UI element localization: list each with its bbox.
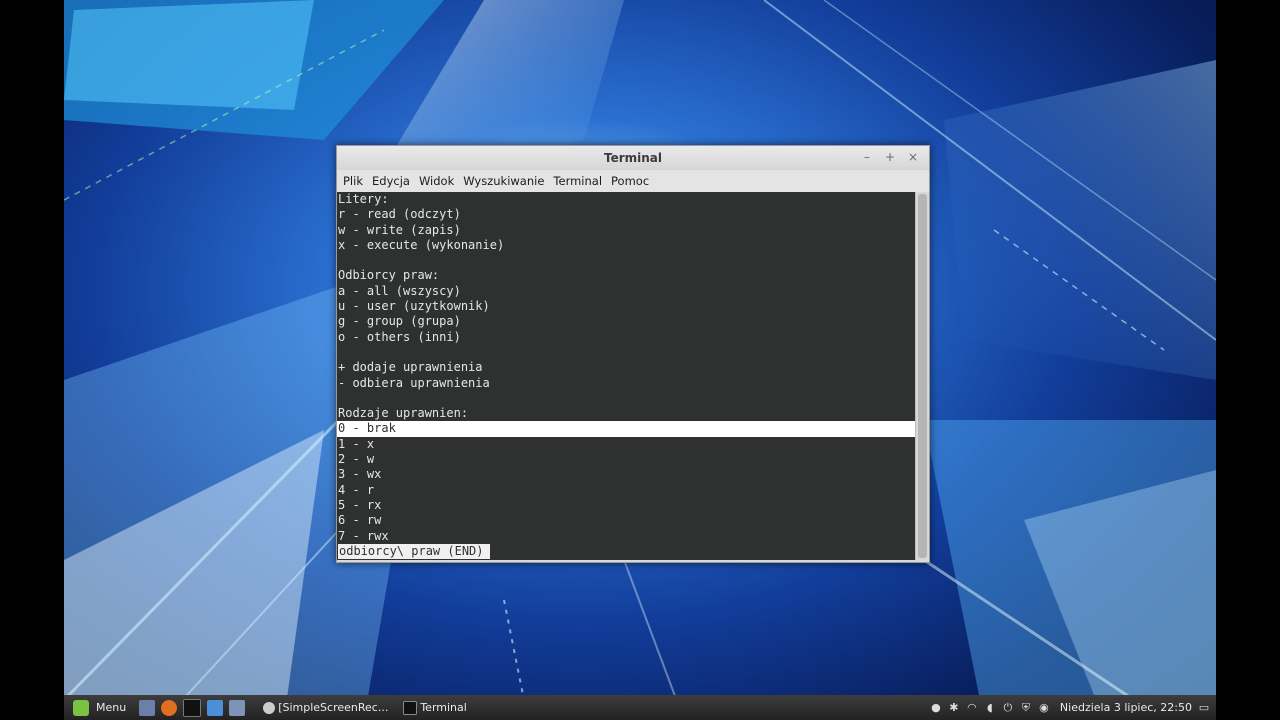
terminal-line: 7 - rwx (338, 528, 389, 543)
terminal-line: 6 - rw (338, 513, 382, 528)
close-button[interactable]: × (905, 149, 921, 165)
task-terminal[interactable]: Terminal (400, 695, 467, 720)
terminal-line: 1 - x (338, 436, 375, 451)
user-icon[interactable]: ● (930, 701, 942, 714)
minimize-button[interactable]: – (859, 149, 875, 165)
terminal-line: 3 - wx (338, 467, 382, 482)
window-titlebar[interactable]: Terminal – + × (337, 146, 929, 170)
recorder-icon (263, 701, 276, 714)
terminal-window[interactable]: Terminal – + × Plik Edycja Widok Wyszuki… (336, 145, 930, 563)
maximize-button[interactable]: + (882, 149, 898, 165)
menu-label: Menu (96, 701, 127, 714)
update-icon[interactable]: ◉ (1038, 701, 1050, 714)
network-icon[interactable] (229, 699, 246, 716)
task-label: Terminal (420, 701, 467, 714)
terminal-line: o - others (inni) (338, 329, 461, 344)
terminal-line: Litery: (338, 192, 389, 206)
menu-wyszukiwanie[interactable]: Wyszukiwanie (463, 174, 549, 188)
terminal-task-icon (403, 700, 418, 715)
terminal-line: x - execute (wykonanie) (338, 237, 505, 252)
firefox-icon[interactable] (161, 699, 178, 716)
pager-status: odbiorcy\ praw (END) (338, 543, 490, 560)
task-simplescreenrecorder[interactable]: [SimpleScreenRec... (260, 695, 388, 720)
terminal-line: g - group (grupa) (338, 314, 461, 329)
files-icon[interactable] (207, 699, 224, 716)
terminal-line: 0 - brak (337, 421, 915, 437)
terminal-line: u - user (uzytkownik) (338, 299, 490, 314)
terminal-line: 2 - w (338, 452, 375, 467)
terminal-line: + dodaje uprawnienia (338, 360, 483, 375)
terminal-output[interactable]: Litery: r - read (odczyt) w - write (zapis… (337, 192, 915, 560)
menu-plik[interactable]: Plik (343, 174, 368, 188)
clock[interactable]: Niedziela 3 lipiec, 22:50 (1060, 701, 1192, 714)
terminal-line: w - write (zapis) (338, 222, 461, 237)
show-desktop-icon[interactable] (139, 699, 156, 716)
power-icon[interactable]: ⏻ (1002, 701, 1014, 714)
wifi-icon[interactable]: ◠ (966, 701, 978, 714)
taskbar: Menu [SimpleScreenRec... Terminal ● ✱ ◠ … (64, 695, 1216, 720)
notification-icon[interactable]: ▭ (1198, 701, 1210, 714)
terminal-line: 5 - rx (338, 497, 382, 512)
menu-button[interactable]: Menu (64, 695, 126, 720)
scrollbar-thumb[interactable] (918, 194, 927, 558)
terminal-line: r - read (odczyt) (338, 207, 461, 222)
terminal-launcher-icon[interactable] (183, 698, 202, 717)
terminal-line: a - all (wszyscy) (338, 283, 461, 298)
mint-logo-icon (73, 699, 89, 716)
quick-launch (136, 695, 248, 720)
bluetooth-icon[interactable]: ✱ (948, 701, 960, 714)
system-tray: ● ✱ ◠ ◖ ⏻ ⛨ ◉ Niedziela 3 lipiec, 22:50 … (930, 695, 1216, 720)
volume-icon[interactable]: ◖ (984, 701, 996, 714)
terminal-line: 4 - r (338, 482, 375, 497)
menu-terminal[interactable]: Terminal (553, 174, 607, 188)
menu-bar: Plik Edycja Widok Wyszukiwanie Terminal … (337, 170, 929, 193)
scrollbar[interactable] (915, 192, 929, 560)
terminal-line: - odbiera uprawnienia (338, 375, 490, 390)
menu-pomoc[interactable]: Pomoc (611, 174, 654, 188)
task-label: [SimpleScreenRec... (278, 701, 389, 714)
window-title: Terminal (603, 151, 663, 165)
menu-widok[interactable]: Widok (419, 174, 459, 188)
shield-icon[interactable]: ⛨ (1020, 701, 1032, 714)
terminal-line: Rodzaje uprawnien: (338, 406, 469, 421)
terminal-line: Odbiorcy praw: (338, 268, 440, 283)
menu-edycja[interactable]: Edycja (372, 174, 415, 188)
